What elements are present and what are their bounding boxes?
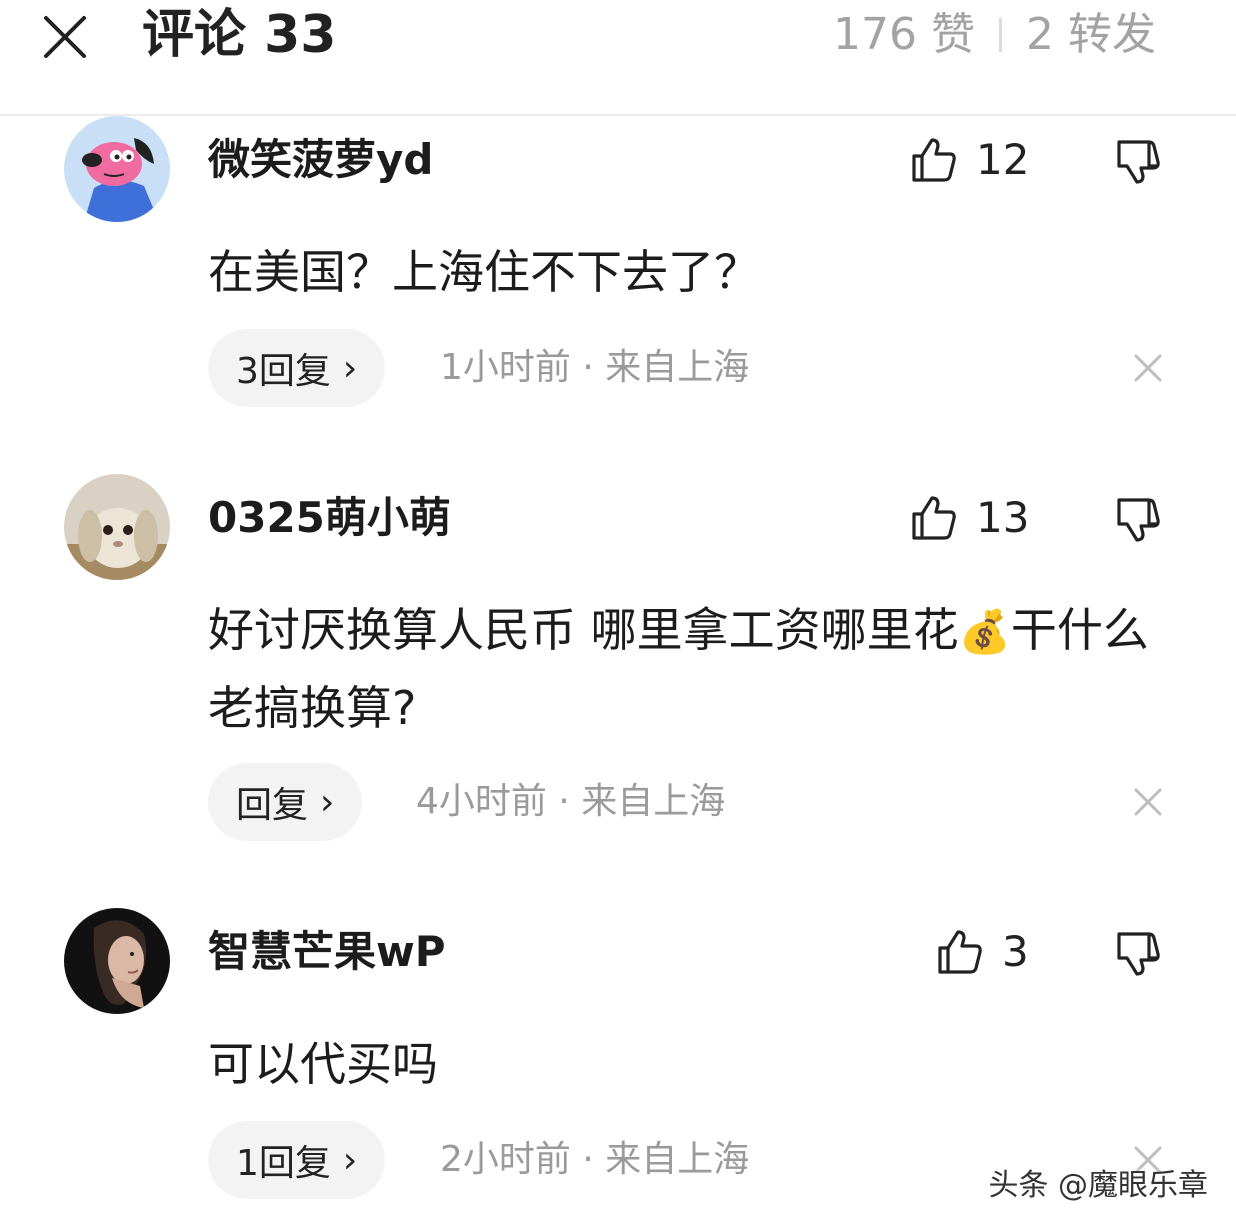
reposts-count: 2 转发 bbox=[1026, 9, 1156, 60]
avatar[interactable] bbox=[64, 116, 170, 222]
rabbit-photo-avatar bbox=[64, 474, 170, 580]
comment-meta: 2小时前 · 来自上海 bbox=[440, 1139, 750, 1180]
username[interactable]: 智慧芒果wP bbox=[208, 926, 446, 978]
comment-text: 在美国？上海住不下去了？ bbox=[208, 245, 760, 299]
username[interactable]: 微笑菠萝yd bbox=[208, 134, 433, 186]
thumbs-up-icon bbox=[938, 930, 982, 974]
reply-button[interactable]: 1回复 › bbox=[208, 1121, 386, 1199]
reply-label: 3回复 bbox=[236, 351, 331, 392]
like-button[interactable]: 3 bbox=[936, 926, 1029, 978]
close-small-icon bbox=[1134, 788, 1162, 816]
close-small-icon bbox=[1134, 354, 1162, 382]
remove-comment-button[interactable] bbox=[1132, 352, 1164, 384]
avatar[interactable] bbox=[64, 474, 170, 580]
like-button[interactable]: 12 bbox=[910, 134, 1029, 186]
comment-meta: 4小时前 · 来自上海 bbox=[416, 781, 726, 822]
money-bag-emoji: 💰 bbox=[958, 607, 1011, 656]
reply-button[interactable]: 回复 › bbox=[208, 763, 363, 841]
thumbs-up-icon bbox=[912, 496, 956, 540]
reply-label: 回复 bbox=[236, 785, 309, 826]
woman-portrait-avatar bbox=[64, 908, 170, 1014]
dislike-button[interactable] bbox=[1113, 928, 1163, 978]
close-icon bbox=[44, 16, 86, 58]
close-button[interactable] bbox=[40, 8, 94, 62]
thumbs-down-icon bbox=[1117, 498, 1160, 542]
thumbs-down-icon bbox=[1117, 932, 1160, 976]
chevron-right-icon: › bbox=[342, 1139, 358, 1181]
comment-meta: 1小时前 · 来自上海 bbox=[440, 347, 750, 388]
comment-text: 好讨厌换算人民币 哪里拿工资哪里花💰干什么老搞换算? bbox=[208, 592, 1188, 746]
like-count: 12 bbox=[976, 135, 1030, 184]
watermark: 头条 @魔眼乐章 bbox=[988, 1168, 1208, 1203]
comment-text: 可以代买吗 bbox=[208, 1037, 438, 1091]
thumbs-up-icon bbox=[912, 138, 956, 182]
like-count: 3 bbox=[1002, 927, 1029, 976]
avatar[interactable] bbox=[64, 908, 170, 1014]
chevron-right-icon: › bbox=[342, 347, 358, 389]
dislike-button[interactable] bbox=[1113, 494, 1163, 544]
thumbs-down-icon bbox=[1117, 140, 1160, 184]
like-count: 13 bbox=[976, 493, 1030, 542]
post-stats: 176 赞 2 转发 bbox=[833, 2, 1156, 68]
cartoon-pink-dog-avatar bbox=[64, 116, 170, 222]
username[interactable]: 0325萌小萌 bbox=[208, 492, 451, 544]
chevron-right-icon: › bbox=[320, 781, 335, 823]
like-button[interactable]: 13 bbox=[910, 492, 1029, 544]
divider bbox=[999, 18, 1003, 52]
reply-button[interactable]: 3回复 › bbox=[208, 329, 386, 407]
likes-count: 176 赞 bbox=[833, 9, 976, 60]
remove-comment-button[interactable] bbox=[1132, 786, 1164, 818]
comments-header: 评论 33 176 赞 2 转发 bbox=[0, 0, 1236, 116]
reply-label: 1回复 bbox=[236, 1143, 331, 1184]
page-title: 评论 33 bbox=[142, 5, 337, 65]
dislike-button[interactable] bbox=[1113, 136, 1163, 186]
comment-text-part: 好讨厌换算人民币 哪里拿工资哪里花 bbox=[208, 603, 959, 657]
